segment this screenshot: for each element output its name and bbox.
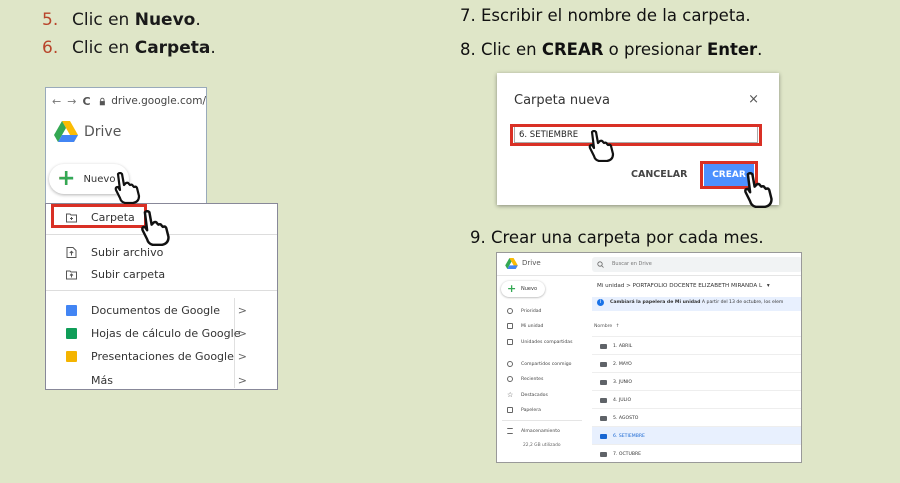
sort-header[interactable]: Nombre ↑ bbox=[594, 324, 620, 329]
menu-item-google-sheets[interactable]: Hojas de cálculo de Google > bbox=[46, 322, 277, 344]
sidebar-item-priority[interactable]: Prioridad bbox=[507, 308, 541, 314]
new-button-label: Nuevo bbox=[83, 173, 116, 185]
menu-item-label: Documentos de Google bbox=[91, 303, 220, 317]
sidebar-item-starred[interactable]: ☆ Destacados bbox=[507, 391, 548, 399]
step-6: 6. Clic en Carpeta. bbox=[42, 38, 216, 58]
sidebar-item-my-drive[interactable]: Mi unidad bbox=[507, 323, 543, 329]
folder-icon bbox=[600, 361, 607, 367]
chevron-right-icon: > bbox=[237, 349, 247, 363]
app-title: Drive bbox=[522, 259, 541, 267]
folder-icon bbox=[600, 379, 607, 385]
notice-banner: i Cambiará la papelera de Mi unidad A pa… bbox=[592, 297, 801, 311]
sidebar-item-trash[interactable]: Papelera bbox=[507, 407, 541, 413]
folder-row[interactable]: 5. AGOSTO bbox=[592, 408, 801, 427]
search-placeholder: Buscar en Drive bbox=[612, 261, 652, 267]
drive-window: Drive Buscar en Drive + Nuevo Prioridad … bbox=[496, 252, 802, 463]
folder-icon bbox=[600, 343, 607, 349]
hand-pointer-icon bbox=[114, 172, 141, 204]
breadcrumb[interactable]: Mi unidad > PORTAFOLIO DOCENTE ELIZABETH… bbox=[597, 283, 770, 289]
drive-logo-icon bbox=[505, 258, 518, 269]
plus-icon: + bbox=[507, 282, 517, 295]
back-icon[interactable]: ← bbox=[52, 95, 61, 108]
step-8: 8. Clic en CREAR o presionar Enter. bbox=[460, 40, 763, 59]
step-number: 5. bbox=[42, 10, 59, 30]
folder-row[interactable]: 1. ABRIL bbox=[592, 336, 801, 355]
menu-divider bbox=[46, 290, 277, 291]
sidebar-item-recent[interactable]: Recientes bbox=[507, 376, 543, 382]
highlight-name-input bbox=[510, 124, 762, 146]
hand-pointer-icon bbox=[744, 172, 773, 208]
star-icon: ☆ bbox=[507, 391, 514, 399]
sidebar-item-shared-drives[interactable]: Unidades compartidas bbox=[507, 339, 573, 345]
lock-icon bbox=[99, 97, 105, 105]
chevron-right-icon: > bbox=[237, 303, 247, 317]
info-icon: i bbox=[597, 299, 604, 306]
chevron-right-icon: > bbox=[237, 373, 247, 387]
folder-icon bbox=[600, 451, 607, 457]
cancel-button[interactable]: CANCELAR bbox=[631, 169, 687, 180]
docs-icon bbox=[66, 304, 77, 316]
sidebar-item-shared-with-me[interactable]: Compartidos conmigo bbox=[507, 361, 572, 367]
menu-item-more[interactable]: Más > bbox=[46, 369, 277, 391]
search-icon bbox=[597, 261, 604, 268]
sidebar-divider bbox=[502, 420, 582, 421]
trash-icon bbox=[507, 407, 513, 413]
folder-row[interactable]: 2. MAYO bbox=[592, 354, 801, 373]
step-7: 7. Escribir el nombre de la carpeta. bbox=[460, 6, 751, 25]
new-button[interactable]: + Nuevo bbox=[501, 281, 545, 297]
menu-item-google-slides[interactable]: Presentaciones de Google > bbox=[46, 345, 277, 367]
chevron-right-icon: > bbox=[237, 326, 247, 340]
close-icon[interactable]: × bbox=[748, 92, 759, 107]
menu-item-label: Hojas de cálculo de Google bbox=[91, 326, 241, 340]
browser-toolbar: ← → C drive.google.com/ bbox=[46, 88, 206, 114]
app-title: Drive bbox=[84, 123, 122, 140]
clock-icon bbox=[507, 376, 513, 382]
search-bar[interactable]: Buscar en Drive bbox=[592, 257, 801, 272]
menu-item-google-docs[interactable]: Documentos de Google > bbox=[46, 299, 277, 321]
check-circle-icon bbox=[507, 308, 513, 314]
menu-item-upload-folder[interactable]: Subir carpeta bbox=[46, 263, 277, 285]
step-number: 6. bbox=[42, 38, 59, 58]
upload-folder-icon bbox=[66, 270, 77, 279]
storage-used: 22,2 GB utilizado bbox=[523, 443, 561, 448]
folder-row-selected[interactable]: 6. SETIEMBRE bbox=[592, 426, 801, 445]
step-5: 5. Clic en Nuevo. bbox=[42, 10, 201, 30]
url-bar[interactable]: drive.google.com/ bbox=[111, 95, 206, 107]
drive-logo-icon bbox=[54, 121, 78, 142]
storage-icon bbox=[507, 428, 513, 434]
new-button-label: Nuevo bbox=[521, 286, 538, 292]
folder-icon bbox=[600, 397, 607, 403]
plus-icon: + bbox=[57, 166, 76, 191]
drive-header: Drive bbox=[54, 121, 121, 142]
people-icon bbox=[507, 361, 513, 367]
header-divider bbox=[497, 275, 801, 276]
folder-row[interactable]: 4. JULIO bbox=[592, 390, 801, 409]
forward-icon[interactable]: → bbox=[67, 95, 76, 108]
menu-item-label: Subir carpeta bbox=[91, 267, 166, 281]
menu-item-label: Presentaciones de Google bbox=[91, 349, 234, 363]
menu-item-label: Subir archivo bbox=[91, 245, 164, 259]
menu-item-label: Más bbox=[91, 373, 113, 387]
chevron-down-icon: ▾ bbox=[766, 283, 770, 289]
hand-pointer-icon bbox=[141, 210, 170, 246]
slides-icon bbox=[66, 350, 77, 362]
sort-arrow-icon: ↑ bbox=[615, 324, 620, 329]
shared-drive-icon bbox=[507, 339, 513, 345]
dialog-title: Carpeta nueva bbox=[514, 93, 610, 108]
upload-file-icon bbox=[66, 246, 77, 258]
highlight-folder-option bbox=[51, 204, 147, 228]
folder-icon bbox=[600, 433, 607, 439]
sidebar-item-storage[interactable]: Almacenamiento bbox=[507, 428, 560, 434]
hand-pointer-icon bbox=[588, 130, 615, 162]
folder-row[interactable]: 7. OCTUBRE bbox=[592, 444, 801, 462]
reload-icon[interactable]: C bbox=[82, 95, 90, 108]
sheets-icon bbox=[66, 327, 77, 339]
step-9: 9. Crear una carpeta por cada mes. bbox=[470, 228, 764, 247]
drive-icon bbox=[507, 323, 513, 329]
folder-row[interactable]: 3. JUNIO bbox=[592, 372, 801, 391]
folder-icon bbox=[600, 415, 607, 421]
